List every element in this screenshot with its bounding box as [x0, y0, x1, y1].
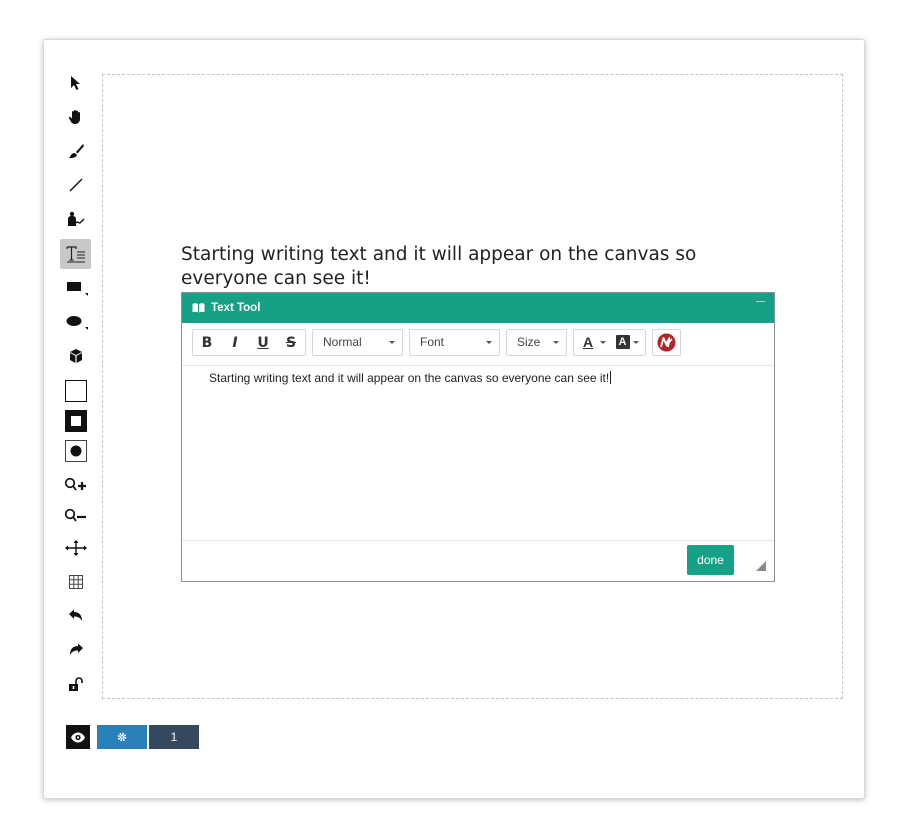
stroke-style-tool[interactable]	[60, 436, 91, 466]
font-color-icon: A	[583, 334, 594, 350]
canvas-text: Starting writing text and it will appear…	[181, 244, 697, 289]
italic-button[interactable]: I	[221, 330, 249, 355]
paragraph-select[interactable]: Normal	[312, 329, 403, 356]
brush-tool[interactable]	[60, 136, 91, 166]
font-value: Font	[420, 335, 445, 349]
underline-button[interactable]: U	[249, 330, 277, 355]
move-tool[interactable]	[60, 533, 91, 563]
stroke-circle-icon	[64, 440, 87, 462]
dialog-footer: done	[182, 540, 774, 581]
font-color-button[interactable]: A	[574, 330, 610, 355]
size-value: Size	[517, 335, 541, 349]
editor-content: Starting writing text and it will appear…	[209, 371, 610, 385]
text-cursor	[610, 371, 612, 384]
ellipse-icon	[66, 316, 88, 330]
visibility-button[interactable]	[66, 725, 90, 749]
undo-button[interactable]	[60, 601, 91, 631]
paragraph-value: Normal	[323, 335, 362, 349]
math-button[interactable]	[652, 329, 681, 356]
editor-toolbar: B I U S Normal Font Size A A	[182, 323, 774, 366]
presenter-icon	[67, 211, 84, 226]
line-tool[interactable]	[60, 170, 91, 200]
book-icon	[192, 303, 205, 313]
undo-icon	[68, 609, 82, 621]
outline-square-icon	[64, 380, 87, 402]
redo-icon	[69, 643, 83, 655]
brush-icon	[68, 144, 84, 158]
hand-icon	[68, 110, 80, 124]
filled-square-icon	[64, 410, 87, 432]
pointer-icon	[70, 76, 80, 90]
strikethrough-button[interactable]: S	[277, 330, 305, 355]
dialog-title: Text Tool	[211, 302, 261, 314]
format-group: B I U S	[192, 329, 306, 356]
settings-button[interactable]	[97, 725, 147, 749]
text-editor[interactable]: Starting writing text and it will appear…	[182, 366, 774, 541]
page-number-button[interactable]: 1	[149, 725, 199, 749]
grid-tool[interactable]	[60, 567, 91, 597]
resize-handle-icon[interactable]	[756, 561, 766, 571]
select-tool[interactable]	[60, 68, 91, 98]
size-select[interactable]: Size	[506, 329, 567, 356]
chevron-down-icon	[486, 341, 492, 344]
grid-icon	[68, 575, 83, 589]
zoom-out-icon	[64, 508, 86, 522]
chevron-down-icon	[599, 341, 606, 344]
redo-button[interactable]	[60, 635, 91, 665]
zoom-out-tool[interactable]	[60, 502, 91, 532]
unlock-icon	[68, 677, 83, 691]
line-icon	[69, 178, 82, 192]
zoom-in-icon	[64, 477, 86, 491]
chevron-down-icon	[389, 341, 395, 344]
highlight-icon: A	[615, 335, 630, 349]
bottom-controls: 1	[66, 725, 199, 749]
math-formula-icon	[657, 333, 676, 352]
zoom-in-tool[interactable]	[60, 471, 91, 501]
eye-icon	[71, 732, 85, 742]
done-button[interactable]: done	[687, 545, 734, 575]
lock-button[interactable]	[60, 669, 91, 699]
rectangle-tool[interactable]	[60, 273, 91, 303]
font-select[interactable]: Font	[409, 329, 500, 356]
dialog-header[interactable]: Text Tool	[182, 293, 774, 323]
minimize-icon[interactable]	[756, 301, 765, 302]
cube-icon	[69, 349, 82, 363]
color-group: A A	[573, 329, 646, 356]
presenter-tool[interactable]	[60, 204, 91, 234]
cube-tool[interactable]	[60, 341, 91, 371]
pan-tool[interactable]	[60, 102, 91, 132]
chevron-down-icon	[553, 341, 559, 344]
text-icon	[65, 246, 85, 263]
text-tool-dialog: Text Tool B I U S Normal Font Size A A S…	[181, 292, 775, 582]
move-icon	[64, 540, 87, 556]
text-tool[interactable]	[60, 239, 91, 269]
highlight-color-button[interactable]: A	[610, 330, 646, 355]
rectangle-icon	[66, 282, 88, 296]
gear-icon	[117, 732, 127, 742]
fill-style-tool[interactable]	[60, 406, 91, 436]
bold-button[interactable]: B	[193, 330, 221, 355]
ellipse-tool[interactable]	[60, 307, 91, 337]
outline-style-tool[interactable]	[60, 376, 91, 406]
chevron-down-icon	[633, 341, 639, 344]
